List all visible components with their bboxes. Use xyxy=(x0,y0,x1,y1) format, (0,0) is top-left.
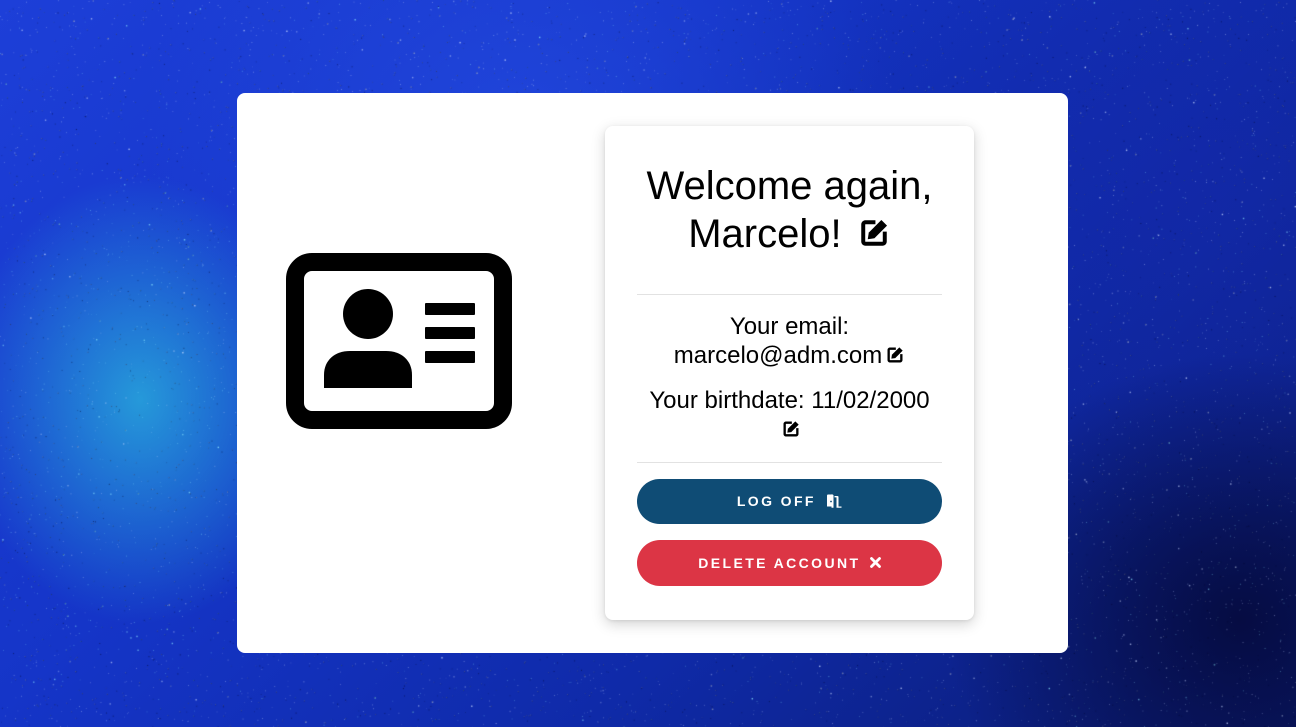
log-off-label: LOG OFF xyxy=(736,493,816,510)
edit-name-icon[interactable] xyxy=(857,216,891,250)
profile-card: Welcome again, Marcelo! Your email: marc… xyxy=(605,126,974,620)
birthdate-section: Your birthdate: 11/02/2000 xyxy=(605,386,974,444)
door-icon xyxy=(825,493,842,508)
edit-birthdate-icon[interactable] xyxy=(781,419,801,439)
main-panel: Welcome again, Marcelo! Your email: marc… xyxy=(237,93,1068,653)
x-icon xyxy=(869,556,881,568)
email-label: Your email: xyxy=(729,313,850,340)
id-card-icon xyxy=(286,253,512,429)
log-off-button[interactable]: LOG OFF xyxy=(637,479,942,524)
divider xyxy=(637,462,942,463)
birthdate-label: Your birthdate: xyxy=(649,387,805,414)
edit-email-icon[interactable] xyxy=(885,345,905,365)
delete-account-button[interactable]: DELETE ACCOUNT xyxy=(637,540,942,586)
birthdate-value: 11/02/2000 xyxy=(811,387,930,414)
email-value: marcelo@adm.com xyxy=(673,342,883,369)
greeting-name: Marcelo! xyxy=(688,212,842,256)
delete-account-label: DELETE ACCOUNT xyxy=(698,555,861,571)
welcome-title: Welcome again, Marcelo! xyxy=(621,162,958,258)
greeting-line-1: Welcome again, xyxy=(646,164,933,208)
divider xyxy=(637,294,942,295)
email-section: Your email: marcelo@adm.com xyxy=(605,312,974,370)
